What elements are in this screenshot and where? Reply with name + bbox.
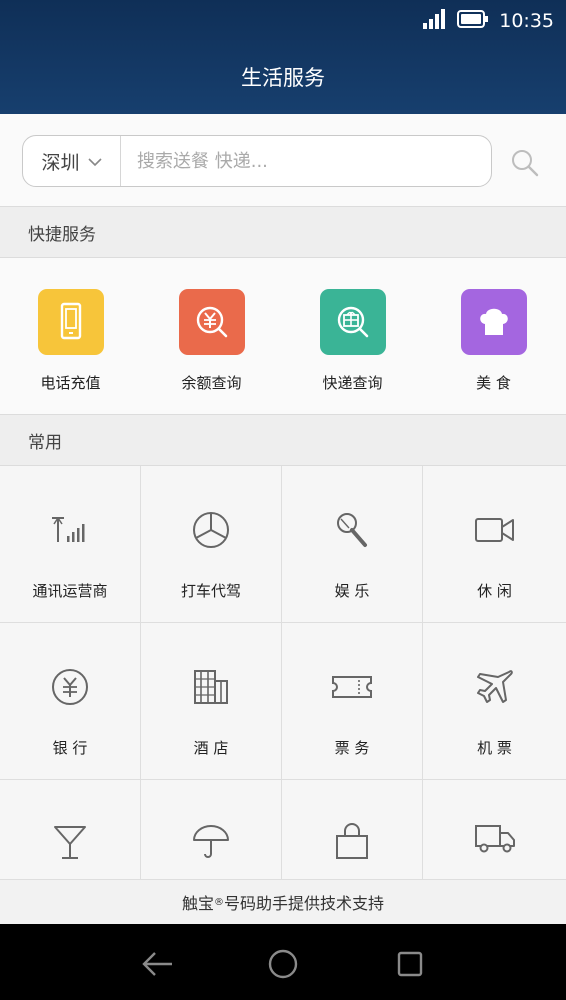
wine-glass-icon xyxy=(48,822,92,862)
grid-item-flights[interactable]: 机 票 xyxy=(423,623,566,780)
section-header-quick: 快捷服务 xyxy=(0,206,566,258)
quick-label: 美 食 xyxy=(476,374,511,392)
grid-item-carrier[interactable]: 通讯运营商 xyxy=(0,466,141,623)
back-icon[interactable] xyxy=(137,944,177,984)
common-grid: 通讯运营商 打车代驾 娱 乐 休 闲 银 行 酒 店 票 务 机 票 xyxy=(0,466,566,880)
quick-label: 余额查询 xyxy=(181,374,242,392)
search-icon[interactable] xyxy=(508,146,542,180)
signal-tower-icon xyxy=(48,508,92,552)
grid-item-bank[interactable]: 银 行 xyxy=(0,623,141,780)
grid-label: 酒 店 xyxy=(193,739,229,757)
section-header-common: 常用 xyxy=(0,414,566,466)
signal-icon xyxy=(423,9,447,33)
grid-item-taxi[interactable]: 打车代驾 xyxy=(141,466,282,623)
video-camera-icon xyxy=(473,508,517,552)
quick-item-food[interactable]: 美 食 xyxy=(423,258,564,414)
status-bar: 10:35 xyxy=(423,8,554,34)
recent-apps-icon[interactable] xyxy=(390,944,430,984)
home-icon[interactable] xyxy=(263,944,303,984)
grid-item-tickets[interactable]: 票 务 xyxy=(282,623,423,780)
grid-item-hotel[interactable]: 酒 店 xyxy=(141,623,282,780)
steering-wheel-icon xyxy=(189,508,233,552)
grid-item-weather[interactable] xyxy=(141,780,282,880)
city-selector[interactable]: 深圳 xyxy=(23,136,121,186)
airplane-icon xyxy=(473,665,517,709)
grid-label: 休 闲 xyxy=(477,582,512,600)
registered-mark: ® xyxy=(214,896,224,908)
quick-item-express-query[interactable]: 快递查询 xyxy=(282,258,423,414)
search-input[interactable] xyxy=(121,136,491,186)
phone-icon xyxy=(37,289,104,355)
grid-label: 娱 乐 xyxy=(334,582,370,600)
grid-label: 机 票 xyxy=(477,739,512,757)
system-nav-bar xyxy=(0,924,566,1000)
status-time: 10:35 xyxy=(499,10,554,32)
chevron-down-icon xyxy=(87,150,102,172)
grid-item-moving[interactable] xyxy=(423,780,566,880)
quick-label: 快递查询 xyxy=(322,374,383,392)
quick-item-phone-recharge[interactable]: 电话充值 xyxy=(0,258,141,414)
microphone-icon xyxy=(330,508,374,552)
yuan-coin-icon xyxy=(48,665,92,709)
quick-item-balance-query[interactable]: 余额查询 xyxy=(141,258,282,414)
battery-icon xyxy=(457,9,489,33)
yuan-search-icon xyxy=(178,289,245,355)
app-header: 10:35 生活服务 xyxy=(0,0,566,114)
quick-label: 电话充值 xyxy=(40,374,101,392)
chef-hat-icon xyxy=(460,289,527,355)
grid-label: 票 务 xyxy=(334,739,370,757)
quick-services: 电话充值 余额查询 快递查询 美 食 xyxy=(0,258,566,414)
building-icon xyxy=(189,665,233,709)
ticket-icon xyxy=(330,665,374,709)
city-label: 深圳 xyxy=(41,151,80,174)
powered-by-note: 触宝 ® 号码助手提供技术支持 xyxy=(0,880,566,924)
search-box: 深圳 xyxy=(22,135,492,187)
grid-item-bar[interactable] xyxy=(0,780,141,880)
powered-by-text: 号码助手提供技术支持 xyxy=(224,894,385,913)
grid-label: 通讯运营商 xyxy=(32,582,108,600)
package-search-icon xyxy=(319,289,386,355)
search-area: 深圳 xyxy=(0,114,566,206)
truck-icon xyxy=(473,822,517,854)
grid-label: 银 行 xyxy=(52,739,88,757)
page-title: 生活服务 xyxy=(241,66,325,90)
shopping-bag-icon xyxy=(330,822,374,862)
powered-by-brand: 触宝 xyxy=(181,894,214,913)
umbrella-icon xyxy=(189,822,233,862)
grid-label: 打车代驾 xyxy=(180,582,241,600)
grid-item-shopping[interactable] xyxy=(282,780,423,880)
grid-item-leisure[interactable]: 休 闲 xyxy=(423,466,566,623)
grid-item-entertainment[interactable]: 娱 乐 xyxy=(282,466,423,623)
